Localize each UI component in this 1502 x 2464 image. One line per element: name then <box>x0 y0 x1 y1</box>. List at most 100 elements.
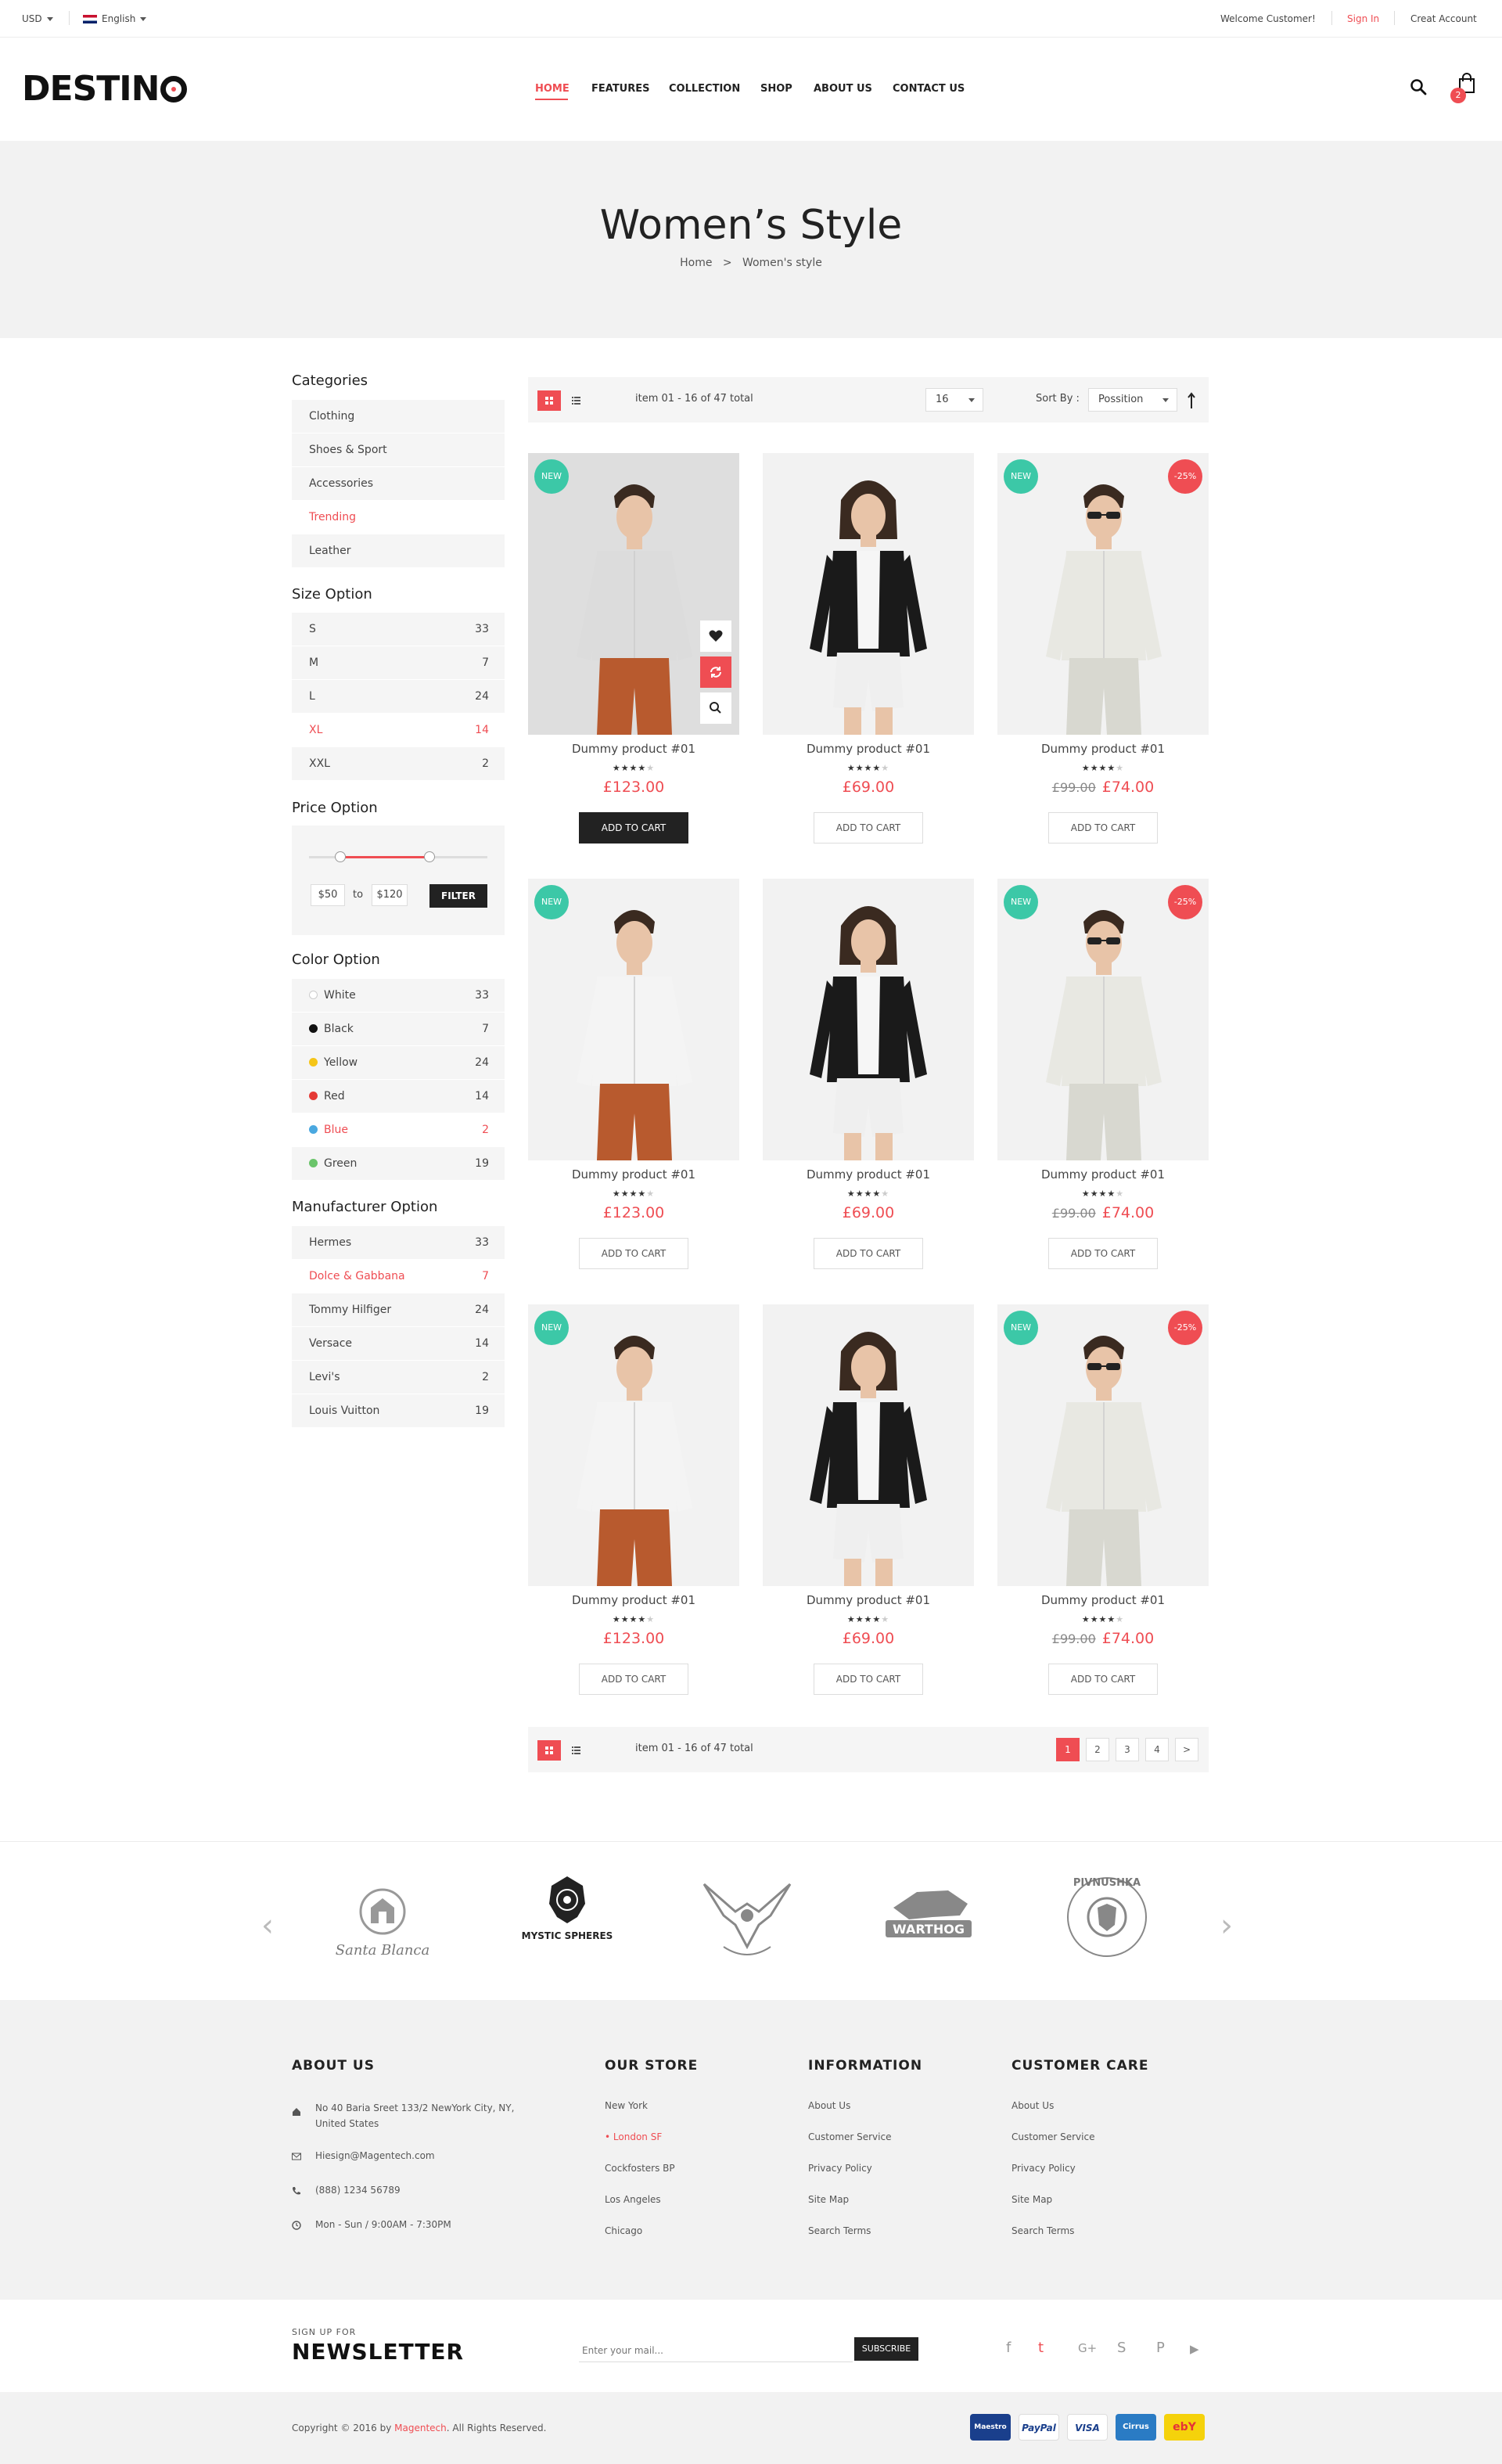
manufacturer-tommy-hilfiger[interactable]: Tommy Hilfiger 24 <box>292 1293 505 1327</box>
footer-info-link[interactable]: Site Map <box>808 2194 849 2205</box>
footer-care-link[interactable]: Site Map <box>1012 2194 1052 2205</box>
grid-view-icon[interactable] <box>537 390 561 411</box>
footer-care-link[interactable]: Privacy Policy <box>1012 2163 1076 2174</box>
color-green[interactable]: Green 19 <box>292 1147 505 1181</box>
brand-logo-mystic-spheres[interactable]: MYSTIC SPHERES <box>508 1869 626 1970</box>
next-page-button[interactable]: > <box>1175 1738 1198 1761</box>
grid-view-icon[interactable] <box>537 1740 561 1761</box>
per-page-select[interactable]: 16 <box>925 388 983 412</box>
nav-shop[interactable]: SHOP <box>760 83 792 95</box>
add-to-cart-button[interactable]: ADD TO CART <box>814 1664 923 1695</box>
category-leather[interactable]: Leather <box>292 534 505 568</box>
footer-store-link[interactable]: Cockfosters BP <box>605 2163 675 2174</box>
product-name[interactable]: Dummy product #01 <box>997 1593 1209 1607</box>
nav-home[interactable]: HOME <box>535 83 570 95</box>
category-clothing[interactable]: Clothing <box>292 400 505 433</box>
color-white[interactable]: White 33 <box>292 979 505 1013</box>
product-image[interactable] <box>763 879 974 1160</box>
twitter-icon[interactable]: t <box>1038 2340 1044 2356</box>
list-view-icon[interactable] <box>564 390 588 411</box>
product-image[interactable]: NEW -25% <box>997 453 1209 735</box>
product-image[interactable] <box>763 453 974 735</box>
nav-features[interactable]: FEATURES <box>591 83 650 95</box>
copyright-brand-link[interactable]: Magentech <box>394 2423 447 2433</box>
page-4[interactable]: 4 <box>1145 1738 1169 1761</box>
footer-info-link[interactable]: Customer Service <box>808 2131 891 2142</box>
price-max-input[interactable]: $120 <box>372 884 408 906</box>
product-image[interactable]: NEW -25% <box>997 1304 1209 1586</box>
product-name[interactable]: Dummy product #01 <box>528 742 739 756</box>
footer-info-link[interactable]: About Us <box>808 2100 850 2111</box>
search-icon[interactable] <box>1410 78 1427 95</box>
manufacturer-versace[interactable]: Versace 14 <box>292 1327 505 1361</box>
footer-store-link[interactable]: • London SF <box>605 2131 662 2142</box>
footer-store-link[interactable]: Chicago <box>605 2225 642 2236</box>
brands-next-arrow[interactable]: › <box>1220 1908 1233 1944</box>
footer-care-link[interactable]: About Us <box>1012 2100 1054 2111</box>
product-name[interactable]: Dummy product #01 <box>763 742 974 756</box>
page-1[interactable]: 1 <box>1056 1738 1080 1761</box>
product-image[interactable]: NEW <box>528 879 739 1160</box>
sort-by-select[interactable]: Possition <box>1088 388 1177 412</box>
price-filter-button[interactable]: FILTER <box>429 884 487 908</box>
product-image[interactable]: NEW <box>528 453 739 735</box>
product-name[interactable]: Dummy product #01 <box>528 1593 739 1607</box>
price-slider-min-handle[interactable] <box>335 851 346 862</box>
footer-store-link[interactable]: Los Angeles <box>605 2194 661 2205</box>
add-to-cart-button[interactable]: ADD TO CART <box>1048 1238 1158 1269</box>
footer-care-link[interactable]: Customer Service <box>1012 2131 1094 2142</box>
manufacturer-levis[interactable]: Levi's 2 <box>292 1361 505 1394</box>
newsletter-email-input[interactable] <box>579 2339 853 2362</box>
add-to-cart-button[interactable]: ADD TO CART <box>1048 812 1158 844</box>
product-name[interactable]: Dummy product #01 <box>997 742 1209 756</box>
google-plus-icon[interactable]: G+ <box>1078 2341 1097 2355</box>
wishlist-icon[interactable] <box>700 620 731 652</box>
skype-icon[interactable]: S <box>1117 2340 1126 2356</box>
category-accessories[interactable]: Accessories <box>292 467 505 501</box>
manufacturer-hermes[interactable]: Hermes 33 <box>292 1226 505 1260</box>
subscribe-button[interactable]: SUBSCRIBE <box>854 2337 918 2361</box>
add-to-cart-button[interactable]: ADD TO CART <box>1048 1664 1158 1695</box>
size-xl[interactable]: XL 14 <box>292 714 505 747</box>
nav-contact-us[interactable]: CONTACT US <box>893 83 965 95</box>
facebook-icon[interactable]: f <box>1006 2340 1011 2356</box>
size-l[interactable]: L 24 <box>292 680 505 714</box>
brand-logo-eagle[interactable] <box>688 1869 806 1970</box>
category-shoes-sport[interactable]: Shoes & Sport <box>292 433 505 467</box>
color-blue[interactable]: Blue 2 <box>292 1113 505 1147</box>
sign-in-link[interactable]: Sign In <box>1347 13 1379 24</box>
list-view-icon[interactable] <box>564 1740 588 1761</box>
add-to-cart-button[interactable]: ADD TO CART <box>579 812 688 844</box>
currency-select[interactable]: USD <box>22 13 53 24</box>
footer-care-link[interactable]: Search Terms <box>1012 2225 1074 2236</box>
nav-collection[interactable]: COLLECTION <box>669 83 740 95</box>
size-m[interactable]: M7 <box>292 646 505 680</box>
footer-info-link[interactable]: Privacy Policy <box>808 2163 872 2174</box>
product-name[interactable]: Dummy product #01 <box>997 1167 1209 1182</box>
breadcrumb-home[interactable]: Home <box>680 257 712 269</box>
quick-view-icon[interactable] <box>700 692 731 724</box>
color-yellow[interactable]: Yellow 24 <box>292 1046 505 1080</box>
manufacturer-dolce-gabbana[interactable]: Dolce & Gabbana 7 <box>292 1260 505 1293</box>
add-to-cart-button[interactable]: ADD TO CART <box>814 1238 923 1269</box>
color-red[interactable]: Red 14 <box>292 1080 505 1113</box>
youtube-icon[interactable]: ▶ <box>1190 2342 1199 2356</box>
category-trending[interactable]: Trending <box>292 501 505 534</box>
manufacturer-louis-vuitton[interactable]: Louis Vuitton 19 <box>292 1394 505 1428</box>
pinterest-icon[interactable]: P <box>1156 2340 1165 2356</box>
add-to-cart-button[interactable]: ADD TO CART <box>814 812 923 844</box>
brand-logo-pivnushka[interactable]: PIVNUSHKA <box>1048 1869 1166 1970</box>
brand-logo-warthog[interactable]: WARTHOG <box>870 1869 987 1970</box>
size-xxl[interactable]: XXL 2 <box>292 747 505 781</box>
price-slider-max-handle[interactable] <box>424 851 435 862</box>
compare-icon[interactable] <box>700 656 731 688</box>
site-logo[interactable]: DESTIN <box>22 69 188 109</box>
product-image[interactable] <box>763 1304 974 1586</box>
footer-email[interactable]: Hiesign@Magentech.com <box>315 2150 435 2161</box>
product-name[interactable]: Dummy product #01 <box>528 1167 739 1182</box>
product-image[interactable]: NEW <box>528 1304 739 1586</box>
nav-about-us[interactable]: ABOUT US <box>814 83 872 95</box>
product-name[interactable]: Dummy product #01 <box>763 1167 974 1182</box>
create-account-link[interactable]: Creat Account <box>1410 13 1477 24</box>
product-image[interactable]: NEW -25% <box>997 879 1209 1160</box>
